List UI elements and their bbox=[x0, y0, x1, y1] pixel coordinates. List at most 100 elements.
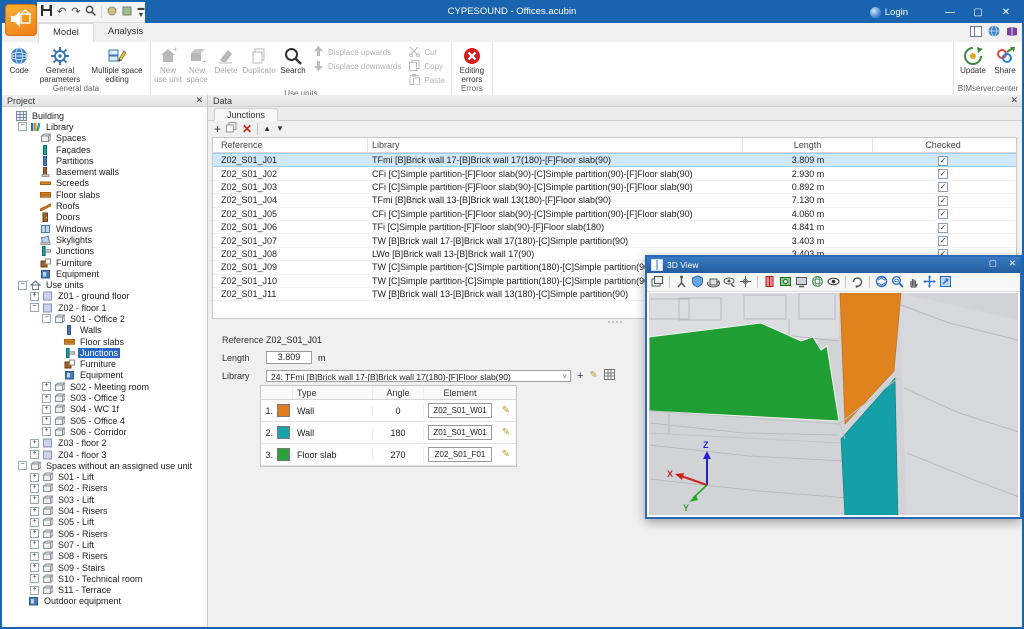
tree-item-s10-technical-room[interactable]: +S10 - Technical room bbox=[2, 573, 207, 584]
zoom-window-icon[interactable] bbox=[891, 275, 904, 290]
move-up-icon[interactable]: ▲ bbox=[263, 125, 271, 133]
close-button[interactable]: ✕ bbox=[992, 2, 1020, 23]
checked-checkbox[interactable]: ✓ bbox=[938, 169, 948, 179]
tree-item-spaces-without-an-assigned-use-unit[interactable]: −Spaces without an assigned use unit bbox=[2, 460, 207, 471]
tree-item-outdoor-equipment[interactable]: Outdoor equipment bbox=[2, 596, 207, 607]
tree-expander-icon[interactable]: − bbox=[18, 461, 27, 470]
tree-item-equipment[interactable]: Equipment bbox=[2, 268, 207, 279]
length-input[interactable]: 3.809 bbox=[266, 351, 312, 364]
tree-item-building[interactable]: Building bbox=[2, 110, 207, 121]
tree-expander-icon[interactable]: + bbox=[30, 574, 39, 583]
tree-item-s08-risers[interactable]: +S08 - Risers bbox=[2, 551, 207, 562]
tree-item-skylights[interactable]: Skylights bbox=[2, 234, 207, 245]
tree-item-furniture[interactable]: Furniture bbox=[2, 257, 207, 268]
tree-item-screeds[interactable]: Screeds bbox=[2, 178, 207, 189]
axes-person-icon[interactable] bbox=[675, 275, 688, 290]
tree-expander-icon[interactable]: + bbox=[30, 540, 39, 549]
tree-item-s02-risers[interactable]: +S02 - Risers bbox=[2, 483, 207, 494]
tree-item-s11-terrace[interactable]: +S11 - Terrace bbox=[2, 584, 207, 595]
checked-checkbox[interactable]: ✓ bbox=[938, 182, 948, 192]
snapshot-icon[interactable] bbox=[779, 275, 792, 290]
tree-expander-icon[interactable]: + bbox=[30, 507, 39, 516]
tree-item-s03-office-3[interactable]: +S03 - Office 3 bbox=[2, 392, 207, 403]
tree-item-z03-floor-2[interactable]: +Z03 - floor 2 bbox=[2, 438, 207, 449]
ribbon-button-search[interactable]: Search bbox=[277, 44, 309, 76]
tree-expander-icon[interactable]: + bbox=[30, 529, 39, 538]
ribbon-button-code[interactable]: Code bbox=[4, 44, 34, 76]
ribbon-button-editing-errors[interactable]: Editing errors bbox=[454, 44, 490, 84]
eye-select-icon[interactable] bbox=[723, 275, 736, 290]
qat-tool-icon-2[interactable] bbox=[122, 6, 132, 19]
orbit-box-icon[interactable] bbox=[707, 275, 720, 290]
section-icon[interactable] bbox=[763, 275, 776, 290]
element-edit-icon[interactable]: ✎ bbox=[502, 449, 510, 460]
pan-cross-icon[interactable] bbox=[923, 275, 936, 290]
add-junction-icon[interactable]: + bbox=[214, 123, 221, 135]
tree-item-s06-risers[interactable]: +S06 - Risers bbox=[2, 528, 207, 539]
tree-item-junctions[interactable]: Junctions bbox=[2, 347, 207, 358]
library-add-icon[interactable]: + bbox=[577, 371, 583, 382]
tree-expander-icon[interactable]: + bbox=[42, 427, 51, 436]
ribbon-button-share[interactable]: Share bbox=[990, 44, 1020, 76]
checked-checkbox[interactable]: ✓ bbox=[938, 236, 948, 246]
rotate-icon[interactable] bbox=[851, 275, 864, 290]
save-icon[interactable] bbox=[41, 5, 52, 19]
table-row[interactable]: Z02_S01_J03CFi [C]Simple partition-[F]Fl… bbox=[213, 181, 1016, 194]
table-row[interactable]: Z02_S01_J06TFi [C]Simple partition-[F]Fl… bbox=[213, 221, 1016, 234]
eye-icon[interactable] bbox=[827, 275, 840, 290]
tree-item-s05-lift[interactable]: +S05 - Lift bbox=[2, 517, 207, 528]
tree-item-z04-floor-3[interactable]: +Z04 - floor 3 bbox=[2, 449, 207, 460]
tree-item-fa-ades[interactable]: Façades bbox=[2, 144, 207, 155]
undo-icon[interactable]: ↶ bbox=[57, 7, 66, 18]
globe-mesh-icon[interactable] bbox=[811, 275, 824, 290]
tree-expander-icon[interactable]: + bbox=[30, 450, 39, 459]
zoom-search-icon[interactable] bbox=[85, 5, 96, 19]
tree-expander-icon[interactable]: + bbox=[30, 563, 39, 572]
tree-expander-icon[interactable]: + bbox=[30, 518, 39, 527]
duplicate-junction-icon[interactable] bbox=[226, 122, 237, 135]
tree-item-equipment[interactable]: Equipment bbox=[2, 370, 207, 381]
table-row[interactable]: Z02_S01_J07TW [B]Brick wall 17-[B]Brick … bbox=[213, 234, 1016, 247]
screen-icon[interactable] bbox=[795, 275, 808, 290]
data-close-icon[interactable]: ✕ bbox=[1010, 95, 1018, 106]
tree-expander-icon[interactable]: + bbox=[30, 473, 39, 482]
zoom-extents-icon[interactable] bbox=[875, 275, 888, 290]
tree-expander-icon[interactable]: − bbox=[30, 303, 39, 312]
shield-icon[interactable] bbox=[691, 275, 704, 290]
ribbon-button-update[interactable]: Update bbox=[956, 44, 990, 76]
tree-item-z01-ground-floor[interactable]: +Z01 - ground floor bbox=[2, 291, 207, 302]
checked-checkbox[interactable]: ✓ bbox=[938, 223, 948, 233]
tree-item-junctions[interactable]: Junctions bbox=[2, 246, 207, 257]
ribbon-button-multiple-space-editing[interactable]: Multiple space editing bbox=[86, 44, 148, 84]
element-edit-icon[interactable]: ✎ bbox=[502, 427, 510, 438]
tree-item-s01-lift[interactable]: +S01 - Lift bbox=[2, 472, 207, 483]
move-anchor-icon[interactable] bbox=[739, 275, 752, 290]
element-edit-icon[interactable]: ✎ bbox=[502, 405, 510, 416]
library-table-icon[interactable] bbox=[604, 369, 615, 383]
qat-tool-icon-1[interactable] bbox=[107, 6, 117, 19]
view3d-close-button[interactable]: ✕ bbox=[1009, 258, 1016, 269]
library-edit-icon[interactable]: ✎ bbox=[589, 371, 597, 381]
tree-item-s05-office-4[interactable]: +S05 - Office 4 bbox=[2, 415, 207, 426]
move-down-icon[interactable]: ▼ bbox=[276, 125, 284, 133]
tree-item-basement-walls[interactable]: Basement walls bbox=[2, 166, 207, 177]
tree-expander-icon[interactable]: − bbox=[18, 122, 27, 131]
maximize-button[interactable]: ▢ bbox=[964, 2, 992, 23]
element-ref-button[interactable]: Z02_S01_F01 bbox=[428, 447, 492, 462]
redo-icon[interactable]: ↷ bbox=[71, 7, 80, 18]
tree-item-partitions[interactable]: Partitions bbox=[2, 155, 207, 166]
checked-checkbox[interactable]: ✓ bbox=[938, 209, 948, 219]
tree-item-floor-slabs[interactable]: Floor slabs bbox=[2, 189, 207, 200]
tree-item-windows[interactable]: Windows bbox=[2, 223, 207, 234]
view3d-titlebar[interactable]: 3D View ▢ ✕ bbox=[647, 257, 1020, 273]
tab-model[interactable]: Model bbox=[38, 23, 94, 42]
table-row[interactable]: Z02_S01_J02CFi [C]Simple partition-[F]Fl… bbox=[213, 167, 1016, 180]
tree-item-furniture[interactable]: Furniture bbox=[2, 359, 207, 370]
tab-analysis[interactable]: Analysis bbox=[94, 23, 157, 42]
tree-item-s06-corridor[interactable]: +S06 - Corridor bbox=[2, 426, 207, 437]
table-row[interactable]: Z02_S01_J04TFmi [B]Brick wall 13-[B]Bric… bbox=[213, 194, 1016, 207]
web-globe-icon[interactable] bbox=[988, 25, 1000, 39]
tree-item-s02-meeting-room[interactable]: +S02 - Meeting room bbox=[2, 381, 207, 392]
tree-expander-icon[interactable]: + bbox=[42, 394, 51, 403]
checked-checkbox[interactable]: ✓ bbox=[938, 156, 948, 166]
